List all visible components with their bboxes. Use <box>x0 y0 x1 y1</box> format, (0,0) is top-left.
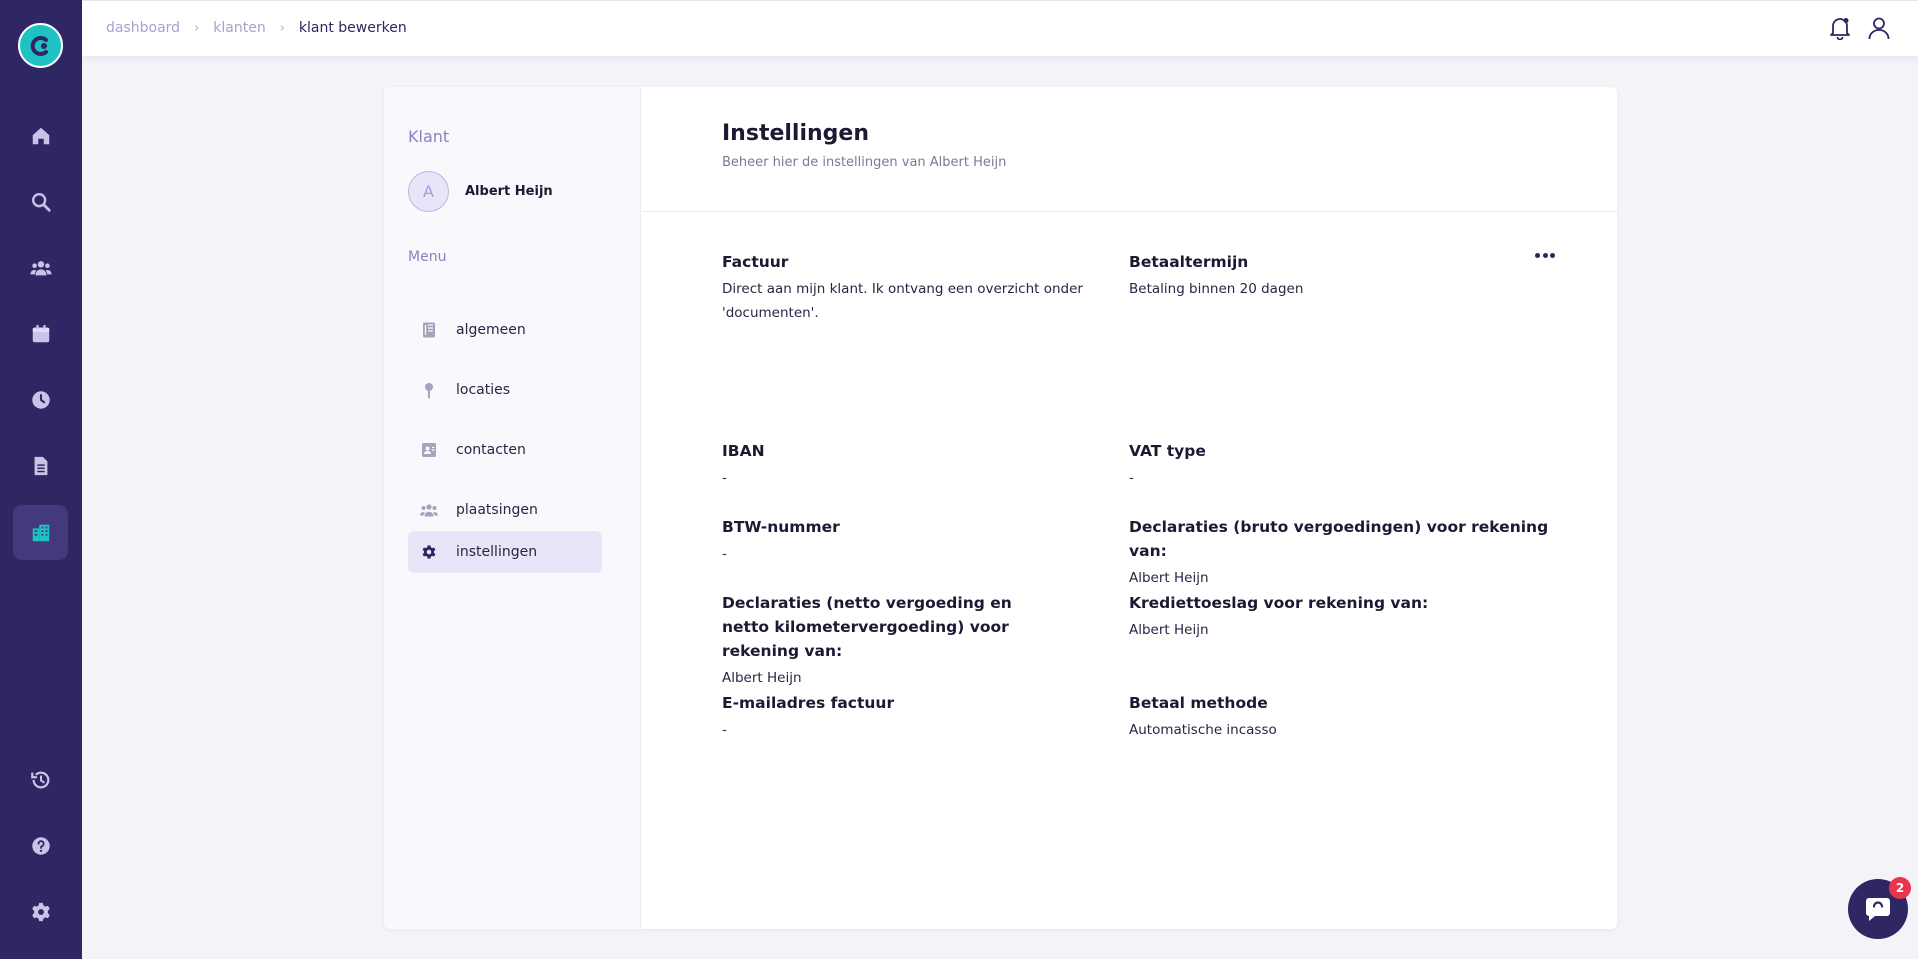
field-value: Albert Heijn <box>1129 570 1209 586</box>
menu-item-label: locaties <box>456 382 511 398</box>
field-kredietoeslag: Krediettoeslag voor rekening van: Albert… <box>1129 591 1519 642</box>
history-icon[interactable] <box>13 752 68 807</box>
buildings-icon[interactable] <box>13 505 68 560</box>
field-value: - <box>722 470 727 486</box>
help-icon[interactable] <box>13 818 68 873</box>
menu-item-label: contacten <box>456 442 526 458</box>
logo-icon[interactable] <box>18 23 63 68</box>
avatar: A <box>408 171 449 212</box>
field-value: Albert Heijn <box>1129 622 1209 638</box>
client-summary: A Albert Heijn <box>408 171 553 212</box>
field-label: Factuur <box>722 253 789 271</box>
field-betaal-methode: Betaal methode Automatische incasso <box>1129 691 1519 742</box>
gear-icon <box>420 543 438 561</box>
field-value: Betaling binnen 20 dagen <box>1129 281 1304 297</box>
settings-panel: Instellingen Beheer hier de instellingen… <box>642 87 1617 929</box>
chat-badge: 2 <box>1889 877 1911 899</box>
field-value: - <box>1129 470 1134 486</box>
group-icon <box>420 501 438 519</box>
chevron-right-icon: › <box>279 20 285 36</box>
field-label: Betaaltermijn <box>1129 253 1249 271</box>
client-name: Albert Heijn <box>465 184 553 199</box>
field-label: E-mailadres factuur <box>722 694 895 712</box>
clock-icon[interactable] <box>13 372 68 427</box>
field-label: Declaraties (bruto vergoedingen) voor re… <box>1129 518 1549 560</box>
menu-item-plaatsingen[interactable]: plaatsingen <box>408 489 602 531</box>
menu-item-label: algemeen <box>456 322 526 338</box>
field-btw-nummer: BTW-nummer - <box>722 515 1112 566</box>
field-vat-type: VAT type - <box>1129 439 1519 490</box>
bell-icon[interactable] <box>1827 15 1853 41</box>
menu-item-contacten[interactable]: contacten <box>408 429 602 471</box>
client-edit-card: Klant A Albert Heijn Menu algemeen locat… <box>384 87 1617 929</box>
field-label: Betaal methode <box>1129 694 1268 712</box>
field-declaraties-bruto: Declaraties (bruto vergoedingen) voor re… <box>1129 515 1549 590</box>
breadcrumb: dashboard › klanten › klant bewerken <box>106 20 407 36</box>
menu-title: Menu <box>408 249 447 265</box>
document-icon[interactable] <box>13 438 68 493</box>
menu-item-label: instellingen <box>456 544 538 560</box>
menu-item-instellingen[interactable]: instellingen <box>408 531 602 573</box>
sidebar-nav <box>0 0 82 959</box>
client-section-title: Klant <box>408 127 450 146</box>
chat-icon <box>1866 898 1890 921</box>
field-email-factuur: E-mailadres factuur - <box>722 691 1112 742</box>
field-iban: IBAN - <box>722 439 1112 490</box>
book-icon <box>420 321 438 339</box>
field-value: Direct aan mijn klant. Ik ontvang een ov… <box>722 281 1083 321</box>
field-value: Automatische incasso <box>1129 722 1277 738</box>
settings-header: Instellingen Beheer hier de instellingen… <box>642 87 1617 212</box>
field-label: VAT type <box>1129 442 1206 460</box>
calendar-icon[interactable] <box>13 306 68 361</box>
field-value: Albert Heijn <box>722 670 802 686</box>
menu-item-locaties[interactable]: locaties <box>408 369 602 411</box>
field-betaaltermijn: Betaaltermijn Betaling binnen 20 dagen <box>1129 250 1519 301</box>
field-value: - <box>722 722 727 738</box>
breadcrumb-current: klant bewerken <box>298 20 407 36</box>
menu-item-label: plaatsingen <box>456 502 538 518</box>
field-label: BTW-nummer <box>722 518 840 536</box>
pin-icon <box>420 381 438 399</box>
field-label: Declaraties (netto vergoeding en netto k… <box>722 594 1012 660</box>
client-sidebar: Klant A Albert Heijn Menu algemeen locat… <box>384 87 641 929</box>
breadcrumb-klanten[interactable]: klanten <box>213 20 265 36</box>
more-options-icon[interactable] <box>1530 247 1560 263</box>
top-bar: dashboard › klanten › klant bewerken <box>82 0 1918 56</box>
field-declaraties-netto: Declaraties (netto vergoeding en netto k… <box>722 591 1062 690</box>
search-icon[interactable] <box>13 174 68 229</box>
menu-item-algemeen[interactable]: algemeen <box>408 309 602 351</box>
page-title: Instellingen <box>722 121 869 146</box>
field-label: Krediettoeslag voor rekening van: <box>1129 594 1429 612</box>
settings-icon[interactable] <box>13 884 68 939</box>
home-icon[interactable] <box>13 108 68 163</box>
contact-card-icon <box>420 441 438 459</box>
chevron-right-icon: › <box>194 20 200 36</box>
users-icon[interactable] <box>13 240 68 295</box>
page-subtitle: Beheer hier de instellingen van Albert H… <box>722 155 1007 170</box>
field-label: IBAN <box>722 442 765 460</box>
breadcrumb-dashboard[interactable]: dashboard <box>106 20 180 36</box>
field-value: - <box>722 546 727 562</box>
user-icon[interactable] <box>1866 15 1892 41</box>
field-factuur: Factuur Direct aan mijn klant. Ik ontvan… <box>722 250 1092 325</box>
